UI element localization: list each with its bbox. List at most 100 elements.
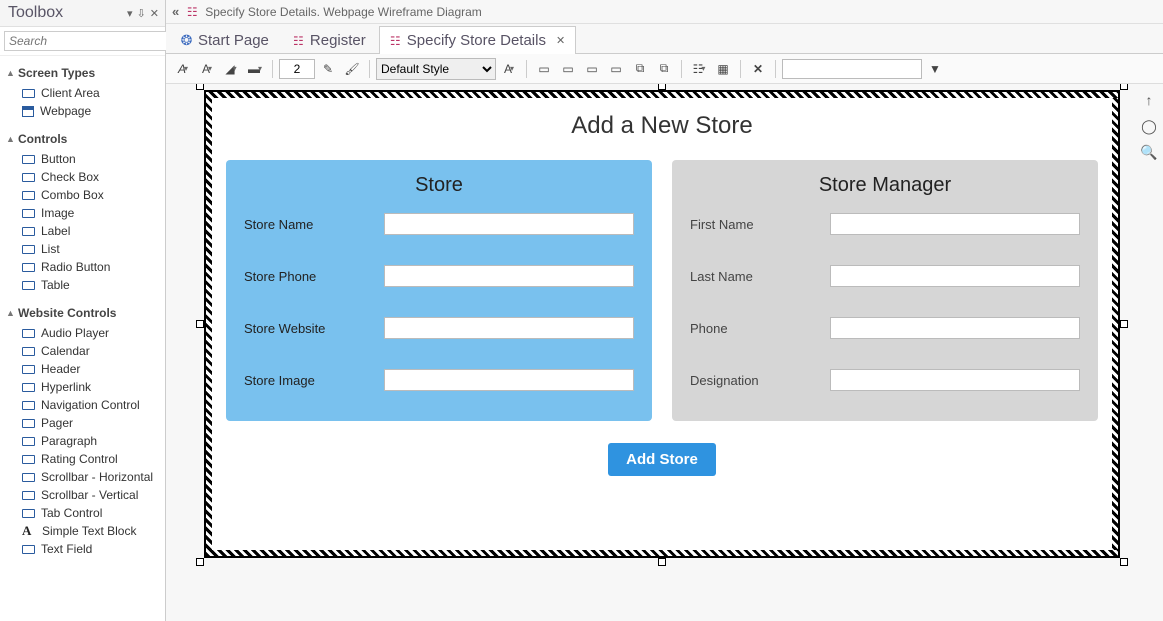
- toolbox-item[interactable]: Rating Control: [22, 450, 165, 468]
- resize-handle[interactable]: [1120, 84, 1128, 90]
- start-page-icon: ❂: [179, 33, 194, 48]
- toolbox-item[interactable]: Webpage: [22, 102, 165, 120]
- field-label: Last Name: [690, 269, 830, 284]
- align-left-button[interactable]: ▭: [533, 58, 555, 80]
- toolbox-item[interactable]: Image: [22, 204, 165, 222]
- line-color-button[interactable]: ▬▾: [244, 58, 266, 80]
- toolbox-item[interactable]: Calendar: [22, 342, 165, 360]
- last-name-input[interactable]: [830, 265, 1080, 287]
- resize-handle[interactable]: [658, 84, 666, 90]
- toolbox-item[interactable]: Paragraph: [22, 432, 165, 450]
- toolbox-panel: Toolbox ▾ ⇩ ✕ 🔍 🔍 ≡ ▲Screen Types Client…: [0, 0, 166, 621]
- toolbox-item[interactable]: Table: [22, 276, 165, 294]
- breadcrumb-bar: « ☷ Specify Store Details. Webpage Wiref…: [166, 0, 1163, 24]
- delete-button[interactable]: ✕: [747, 58, 769, 80]
- toolbox-item[interactable]: Radio Button: [22, 258, 165, 276]
- resize-handle[interactable]: [196, 558, 204, 566]
- resize-handle[interactable]: [196, 84, 204, 90]
- control-icon: [22, 545, 35, 554]
- toolbox-item[interactable]: Tab Control: [22, 504, 165, 522]
- toolbox-item[interactable]: Audio Player: [22, 324, 165, 342]
- item-label: Pager: [41, 416, 73, 430]
- panel-title: Store Manager: [690, 174, 1080, 197]
- font-button[interactable]: A▾: [172, 58, 194, 80]
- page-title: Add a New Store: [206, 112, 1118, 140]
- view-button[interactable]: ▦: [712, 58, 734, 80]
- toolbox-group-controls: ▲Controls Button Check Box Combo Box Ima…: [0, 128, 165, 300]
- toolbox-group-header[interactable]: ▲Screen Types: [0, 62, 165, 84]
- toolbar-search-input[interactable]: [782, 59, 922, 79]
- item-label: Hyperlink: [41, 380, 91, 394]
- pan-tool-icon[interactable]: ◯: [1139, 116, 1159, 136]
- document-tabs: ❂ Start Page ☷ Register ☷ Specify Store …: [166, 24, 1163, 54]
- item-label: Scrollbar - Vertical: [41, 488, 138, 502]
- toolbox-item[interactable]: Check Box: [22, 168, 165, 186]
- tab-label: Start Page: [198, 32, 269, 49]
- store-phone-input[interactable]: [384, 265, 634, 287]
- store-website-input[interactable]: [384, 317, 634, 339]
- toolbox-group-header[interactable]: ▲Website Controls: [0, 302, 165, 324]
- store-name-input[interactable]: [384, 213, 634, 235]
- align-top-button[interactable]: ▭: [605, 58, 627, 80]
- wireframe-webpage[interactable]: Add a New Store Store Store Name Store P…: [204, 90, 1120, 558]
- store-image-input[interactable]: [384, 369, 634, 391]
- text-style-button[interactable]: A▾: [498, 58, 520, 80]
- align-right-button[interactable]: ▭: [581, 58, 603, 80]
- pin-icon[interactable]: ⇩: [137, 7, 146, 20]
- toolbox-item[interactable]: Navigation Control: [22, 396, 165, 414]
- toolbox-item[interactable]: Label: [22, 222, 165, 240]
- tab-start-page[interactable]: ❂ Start Page: [170, 26, 280, 54]
- diagram-canvas[interactable]: ↑ ◯ 🔍 Add a New Store Store Store Name: [166, 84, 1163, 621]
- toolbox-item[interactable]: Header: [22, 360, 165, 378]
- style-select[interactable]: Default Style: [376, 58, 496, 80]
- toolbox-item[interactable]: Hyperlink: [22, 378, 165, 396]
- align-center-button[interactable]: ▭: [557, 58, 579, 80]
- resize-handle[interactable]: [658, 558, 666, 566]
- toolbox-item[interactable]: Client Area: [22, 84, 165, 102]
- field-label: Store Name: [244, 217, 384, 232]
- toolbox-item[interactable]: Text Field: [22, 540, 165, 558]
- designation-input[interactable]: [830, 369, 1080, 391]
- toolbox-search-input[interactable]: [4, 31, 171, 51]
- resize-handle[interactable]: [1120, 558, 1128, 566]
- group-button[interactable]: ⧉: [629, 58, 651, 80]
- highlighter-button[interactable]: ✎: [317, 58, 339, 80]
- toolbox-item[interactable]: Pager: [22, 414, 165, 432]
- toolbox-item[interactable]: List: [22, 240, 165, 258]
- close-icon[interactable]: ✕: [150, 7, 159, 20]
- toolbox-item[interactable]: ASimple Text Block: [22, 522, 165, 540]
- line-width-spinner[interactable]: [279, 59, 315, 79]
- layout-button[interactable]: ☷▾: [688, 58, 710, 80]
- collapse-sidebar-icon[interactable]: «: [172, 4, 179, 19]
- resize-handle[interactable]: [196, 320, 204, 328]
- diagram-icon: ☷: [185, 5, 199, 19]
- toolbox-item[interactable]: Combo Box: [22, 186, 165, 204]
- toolbox-group-header[interactable]: ▲Controls: [0, 128, 165, 150]
- tab-register[interactable]: ☷ Register: [282, 26, 377, 54]
- caret-icon: ▲: [6, 68, 14, 78]
- toolbox-item[interactable]: Button: [22, 150, 165, 168]
- first-name-input[interactable]: [830, 213, 1080, 235]
- control-icon: [22, 437, 35, 446]
- item-label: Check Box: [41, 170, 99, 184]
- control-icon: [22, 173, 35, 182]
- group-label: Website Controls: [18, 306, 116, 320]
- brush-button[interactable]: 🖌: [341, 58, 363, 80]
- tab-close-icon[interactable]: ✕: [556, 34, 565, 47]
- add-store-button[interactable]: Add Store: [608, 443, 716, 476]
- fill-color-button[interactable]: ◢▾: [220, 58, 242, 80]
- ungroup-button[interactable]: ⧉: [653, 58, 675, 80]
- dropdown-icon[interactable]: ▾: [127, 7, 133, 20]
- phone-input[interactable]: [830, 317, 1080, 339]
- toolbox-item[interactable]: Scrollbar - Vertical: [22, 486, 165, 504]
- field-row: Store Image: [244, 369, 634, 391]
- tab-label: Specify Store Details: [407, 32, 546, 49]
- filter-icon[interactable]: ▼: [924, 58, 946, 80]
- resize-handle[interactable]: [1120, 320, 1128, 328]
- pan-up-icon[interactable]: ↑: [1139, 90, 1159, 110]
- tab-specify-store-details[interactable]: ☷ Specify Store Details ✕: [379, 26, 576, 54]
- toolbox-item[interactable]: Scrollbar - Horizontal: [22, 468, 165, 486]
- font-color-button[interactable]: A▾: [196, 58, 218, 80]
- zoom-icon[interactable]: 🔍: [1139, 142, 1159, 162]
- toolbox-body: ▲Screen Types Client Area Webpage ▲Contr…: [0, 56, 165, 621]
